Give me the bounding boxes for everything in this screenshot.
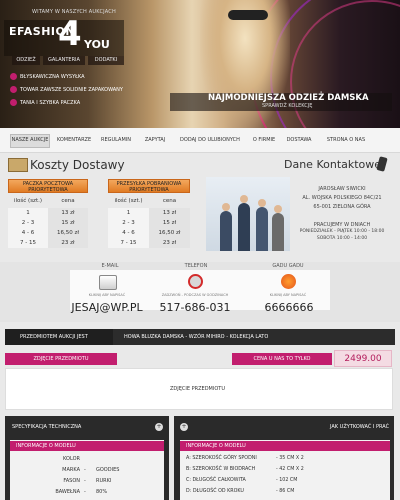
contact-street: AL. WOJSKA POLSKIEGO 84C/21 <box>302 195 382 201</box>
hours-title: PRACUJEMY W DNIACH <box>313 222 371 228</box>
spec-key: FASON <box>63 478 80 484</box>
gg-value[interactable]: 6666666 <box>244 301 334 314</box>
check-icon <box>10 86 17 93</box>
logo-number: 4 <box>58 14 82 54</box>
photo-placeholder: ZDJĘCIE PRZEDMIOTU <box>170 386 225 392</box>
logo-text-right: YOU <box>84 38 110 51</box>
spec-title: SPECYFIKACJA TECHNICZNA <box>12 424 82 430</box>
phone-value[interactable]: 517-686-031 <box>150 301 240 314</box>
nav-galanteria[interactable]: GALANTERIA <box>43 56 85 65</box>
check-icon <box>10 73 17 80</box>
table-cell: 7 - 15 <box>108 238 149 248</box>
care-info-header: INFORMACJE O MODELU <box>180 441 390 451</box>
hours-saturday: SOBOTA 10:00 - 14:00 <box>316 236 368 241</box>
col-qty-header: ilość (szt.) <box>13 198 42 204</box>
size-key: D: DŁUGOŚĆ OD KROKU <box>186 489 244 494</box>
email-label: E-MAIL <box>101 263 119 269</box>
spec-value: RURKI <box>96 478 112 484</box>
spec-value: GOODIES <box>96 467 120 473</box>
toggle-icon[interactable]: + <box>180 423 188 431</box>
spec-key: MARKA <box>62 467 80 473</box>
spec-sep: - <box>84 478 86 484</box>
product-name: HOWA BLUZKA DAMSKA - WZÓR MIHIRO - KOLEK… <box>124 334 269 340</box>
spec-key: KOLOR <box>63 456 80 462</box>
size-value: - 35 CM X 2 <box>276 456 304 461</box>
table-cell: 1 <box>108 208 149 218</box>
care-title: JAK UŻYTKOWAĆ I PRAĆ <box>330 424 390 430</box>
gg-label: GADU GADU <box>272 263 304 269</box>
truck-icon <box>8 158 28 172</box>
col-price-header: cena <box>61 198 75 204</box>
col-price-header: cena <box>162 198 177 204</box>
team-photo <box>206 177 290 251</box>
shipping-header-left: PACZKA POCZTOWA PRIORYTETOWA <box>8 179 88 193</box>
sunglasses-icon <box>228 10 268 20</box>
email-hint: KLIKNIJ ABY NAPISAĆ <box>88 293 126 297</box>
menu-item-komentarze[interactable]: KOMENTARZE <box>55 135 93 145</box>
table-cell: 2 - 3 <box>108 218 149 228</box>
feature-item: TOWAR ZAWSZE SOLIDNIE ZAPAKOWANY <box>10 85 123 95</box>
menu-item-ulubione[interactable]: DODAJ DO ULUBIONYCH <box>180 135 240 145</box>
phone-label: TELEFON <box>184 263 208 269</box>
gadu-gadu-icon[interactable] <box>281 274 296 289</box>
menu-item-o-firmie[interactable]: O FIRMIE <box>250 135 278 145</box>
table-cell: 1 <box>8 208 48 218</box>
col-qty-header: ilość (szt.) <box>114 198 143 204</box>
menu-item-dostawa[interactable]: DOSTAWA <box>284 135 314 145</box>
table-cell: 23 zł <box>149 238 190 248</box>
table-cell: 13 zł <box>48 208 88 218</box>
contact-title: Dane Kontaktowe <box>284 158 382 171</box>
menu-item-zapytaj[interactable]: ZAPYTAJ <box>140 135 170 145</box>
menu-item-regulamin[interactable]: REGULAMIN <box>98 135 134 145</box>
table-cell: 4 - 6 <box>108 228 149 238</box>
phone-hint: ZADZWOŃ - PODCZAS W GODZINACH <box>161 293 229 297</box>
size-value: - 42 CM X 2 <box>276 467 304 472</box>
spec-key: BAWEŁNA <box>55 489 80 495</box>
table-cell: 16,50 zł <box>48 228 88 238</box>
hours-weekday: PONIEDZIAŁEK - PIĄTEK 10:00 - 18:00 <box>299 229 385 234</box>
feature-item: TANIA I SZYBKA PACZKA <box>10 98 80 108</box>
check-icon <box>10 99 17 106</box>
table-cell: 2 - 3 <box>8 218 48 228</box>
menu-item-aukcje[interactable]: NASZE AUKCJE <box>10 135 50 145</box>
gg-hint: KLIKNIJ ABY NAPISAĆ <box>269 293 307 297</box>
spec-sep: - <box>84 467 86 473</box>
size-key: A: SZEROKOŚĆ GÓRY SPODNI <box>186 456 257 461</box>
contact-name: JAROSŁAW SIWICKI <box>318 186 366 192</box>
slogan-subtitle[interactable]: SPRAWDŹ KOLEKCJĘ <box>262 103 312 109</box>
table-cell: 4 - 6 <box>8 228 48 238</box>
table-cell: 15 zł <box>48 218 88 228</box>
size-key: B: SZEROKOŚĆ W BIODRACH <box>186 467 256 472</box>
email-value[interactable]: JESAJ@WP.PL <box>62 301 152 314</box>
nav-odziez[interactable]: ODZIEŻ <box>12 56 40 65</box>
size-key: C: DŁUGOŚĆ CAŁKOWITA <box>186 478 246 483</box>
table-cell: 16,50 zł <box>149 228 190 238</box>
slogan-title: NAJMODNIEJSZA ODZIEŻ DAMSKA <box>208 93 369 103</box>
contact-city: 65-001 ZIELONA GÓRA <box>313 204 371 210</box>
menu-item-strona[interactable]: STRONA O NAS <box>324 135 368 145</box>
table-cell: 7 - 15 <box>8 238 48 248</box>
price-value: 2499.00 PLN <box>334 350 392 381</box>
product-label: PRZEDMIOTEM AUKCJI JEST <box>20 334 88 340</box>
size-value: - 86 CM <box>276 489 295 494</box>
shipping-table-right: ilość (szt.) cena 1 13 zł 2 - 3 15 zł 4 … <box>108 196 190 248</box>
size-value: - 102 CM <box>276 478 298 483</box>
shipping-title: Koszty Dostawy <box>30 158 125 172</box>
shipping-table-left: ilość (szt.) cena 1 13 zł 2 - 3 15 zł 4 … <box>8 196 88 248</box>
spec-info-header: INFORMACJE O MODELU <box>10 441 164 451</box>
price-label: CENA U NAS TO TYLKO <box>232 353 332 365</box>
spec-sep: - <box>84 489 86 495</box>
feature-item: BŁYSKAWICZNA WYSYŁKA <box>10 72 85 82</box>
phone-call-icon[interactable] <box>188 274 203 289</box>
spec-value: 80% <box>96 489 108 495</box>
nav-dodatki[interactable]: DODATKI <box>88 56 124 65</box>
photos-tab-button[interactable]: ZDJĘCIE PRZEDMIOTU <box>5 353 117 365</box>
table-cell: 13 zł <box>149 208 190 218</box>
table-cell: 15 zł <box>149 218 190 228</box>
email-icon[interactable] <box>99 275 117 290</box>
toggle-icon[interactable]: + <box>155 423 163 431</box>
table-cell: 23 zł <box>48 238 88 248</box>
shipping-header-right: PRZESYŁKA POBRANIOWA PRIORYTETOWA <box>108 179 190 193</box>
